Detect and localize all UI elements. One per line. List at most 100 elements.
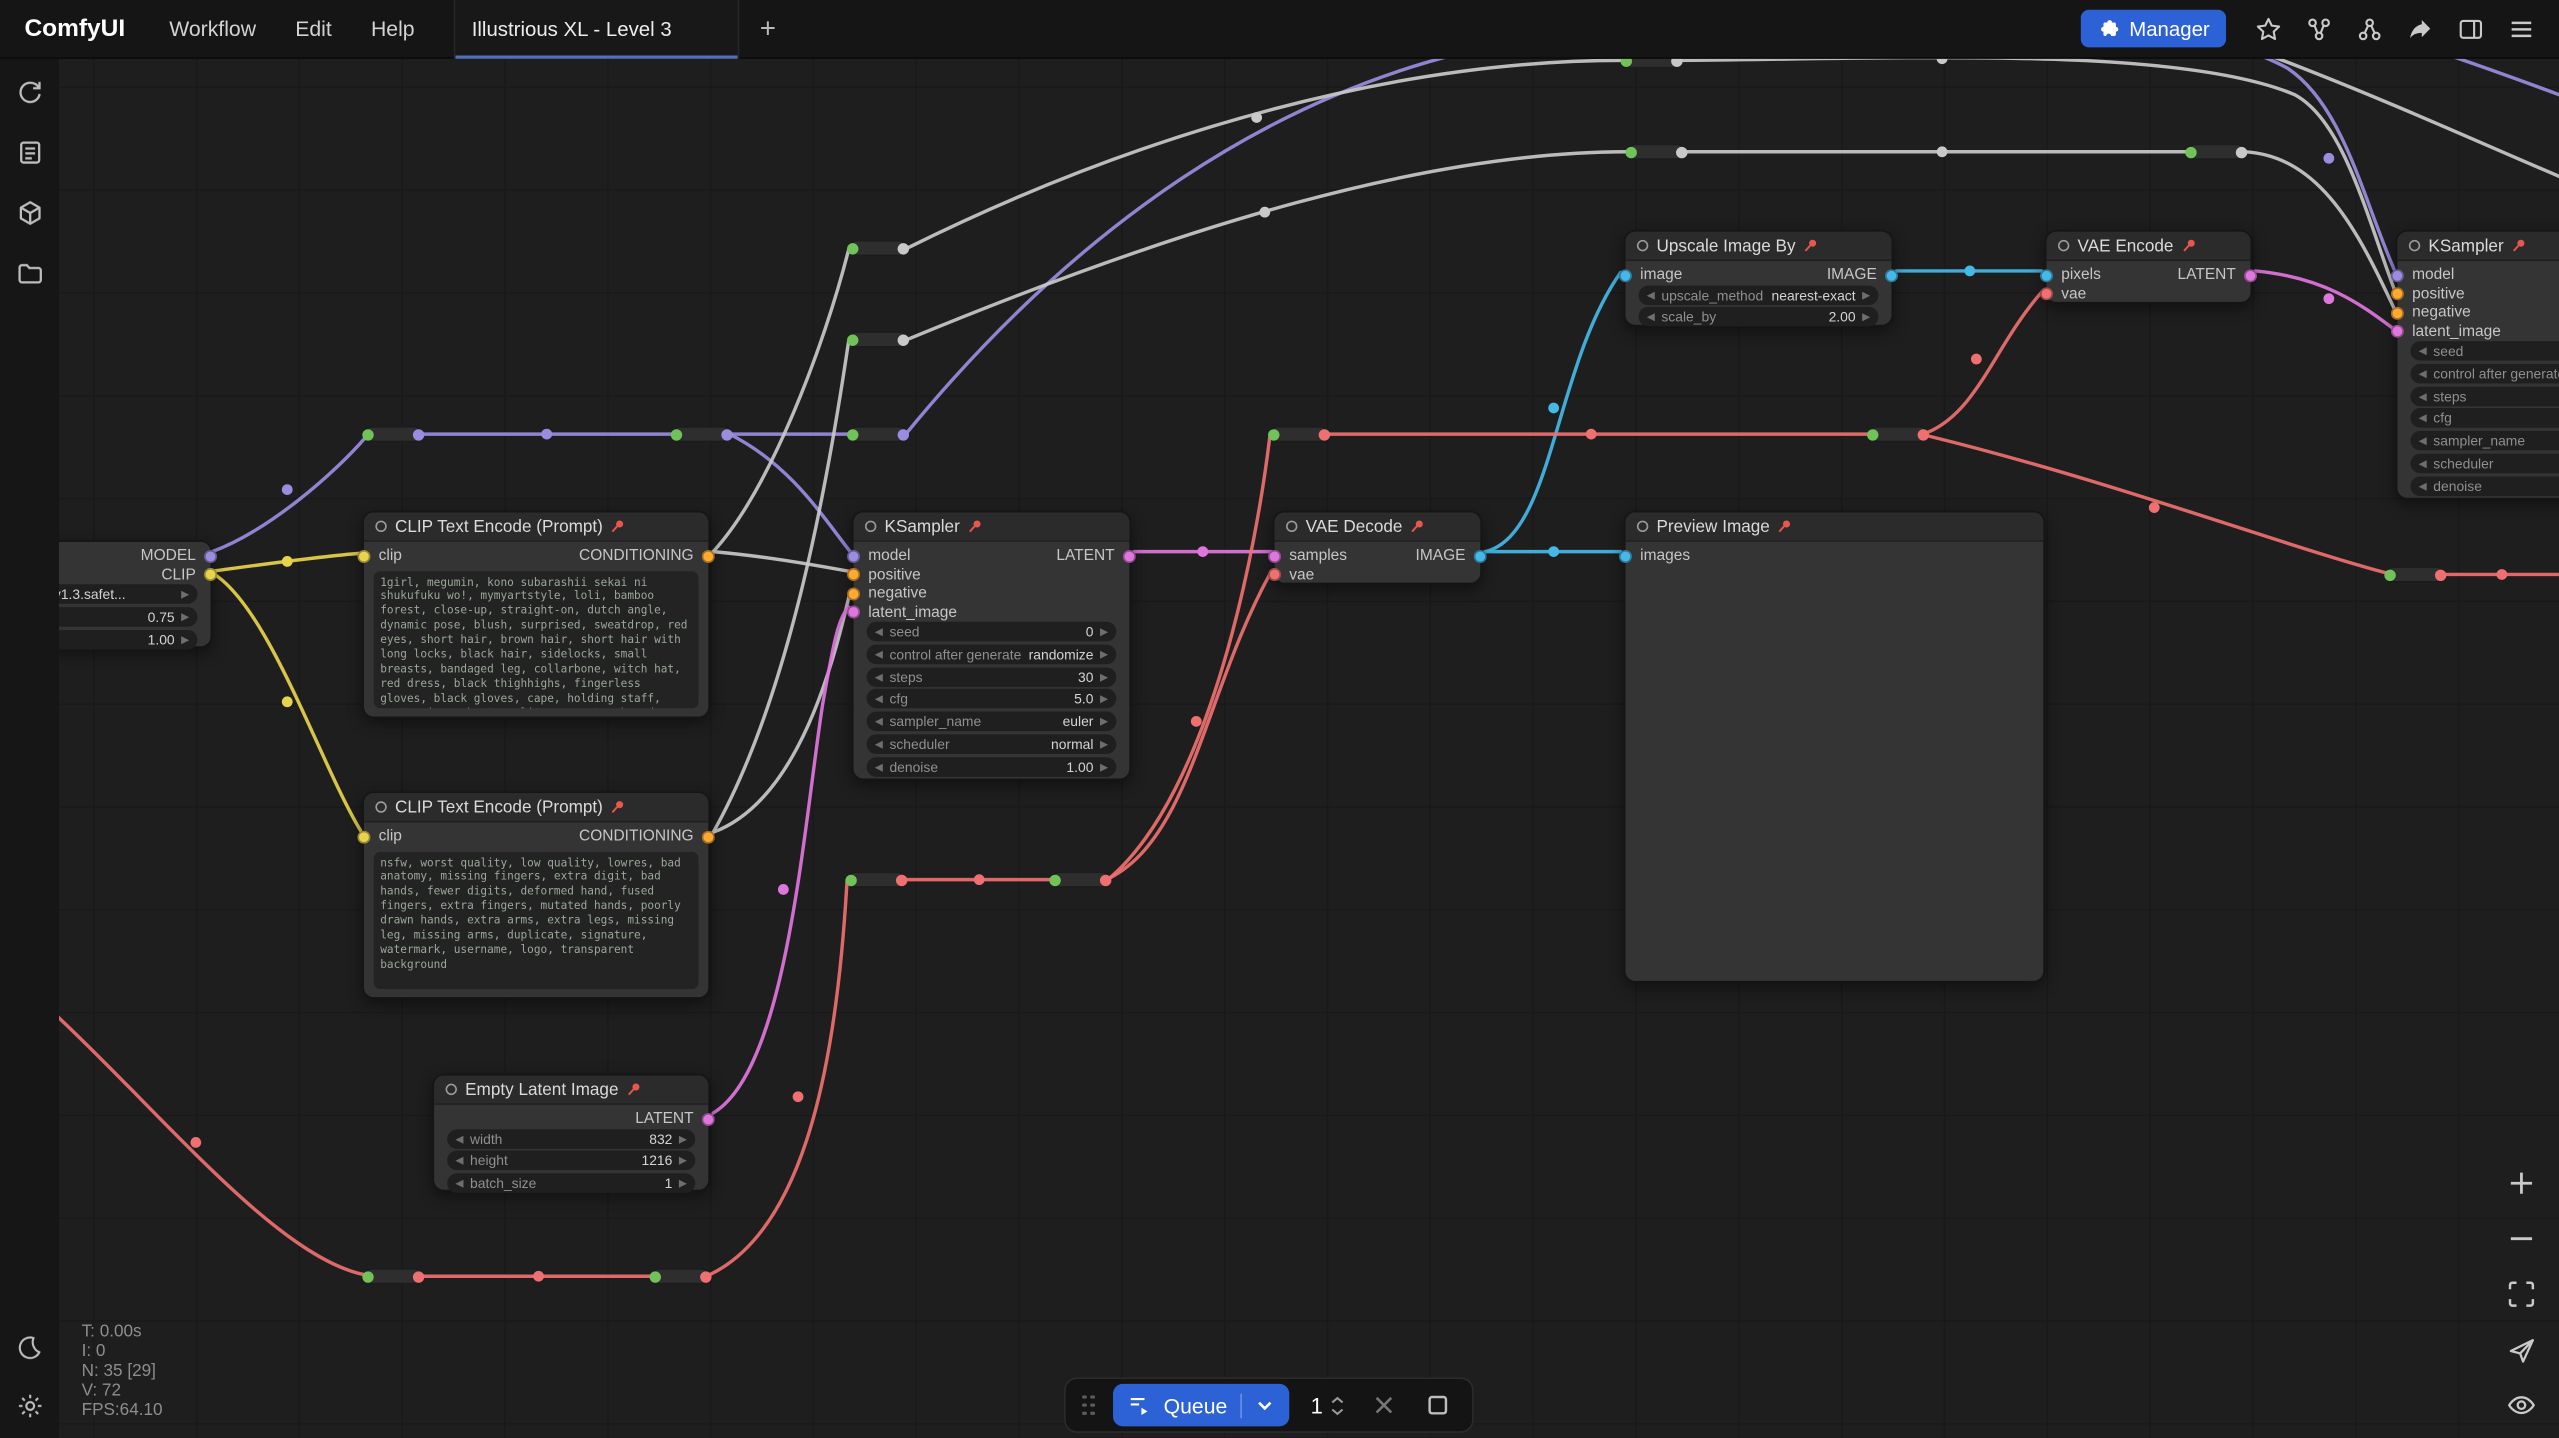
workflow-graph-icon[interactable]	[2296, 7, 2340, 49]
input-slot-samples[interactable]: samples	[1268, 547, 1347, 565]
reroute-output-dot[interactable]	[2435, 570, 2446, 581]
input-dot[interactable]	[847, 587, 860, 600]
widget-right-arrow-icon[interactable]: ▶	[1100, 648, 1108, 661]
reroute-input-dot[interactable]	[671, 429, 682, 440]
output-slot-LATENT[interactable]: LATENT	[1056, 547, 1136, 565]
widget-steps[interactable]: ◀steps	[2410, 386, 2559, 406]
widget-left-arrow-icon[interactable]: ◀	[1647, 311, 1655, 324]
reroute-node[interactable]	[847, 871, 906, 887]
input-dot[interactable]	[1268, 568, 1281, 581]
share-icon[interactable]	[2397, 7, 2441, 49]
input-dot[interactable]	[1268, 549, 1281, 562]
node-empty-latent-image[interactable]: Empty Latent ImageLATENT◀width832▶◀heigh…	[432, 1074, 709, 1192]
stop-icon[interactable]	[1419, 1387, 1455, 1423]
widget-upscale_method[interactable]: ◀upscale_methodnearest-exact▶	[1639, 285, 1879, 305]
widget-left-arrow-icon[interactable]: ◀	[2419, 412, 2427, 425]
input-slot-negative[interactable]: negative	[847, 584, 927, 602]
widget-scale_by[interactable]: ◀scale_by2.00▶	[1639, 307, 1879, 327]
reroute-output-dot[interactable]	[898, 335, 909, 346]
reroute-input-dot[interactable]	[845, 875, 856, 886]
cancel-run-icon[interactable]	[1365, 1387, 1401, 1423]
output-slot-CONDITIONING[interactable]: CONDITIONING	[579, 827, 715, 845]
reroute-node[interactable]	[2187, 144, 2246, 160]
input-slot-latent_image[interactable]: latent_image	[2391, 322, 2501, 340]
reroute-output-dot[interactable]	[413, 429, 424, 440]
reroute-input-dot[interactable]	[1867, 429, 1878, 440]
menu-workflow[interactable]: Workflow	[150, 0, 276, 58]
input-dot[interactable]	[847, 549, 860, 562]
reroute-output-dot[interactable]	[2236, 147, 2247, 158]
output-dot[interactable]	[702, 549, 715, 562]
widget-sampler_name[interactable]: ◀sampler_nameeuler▶	[867, 712, 1117, 732]
reroute-output-dot[interactable]	[1100, 875, 1111, 886]
workflow-tab[interactable]: Illustrious XL - Level 3	[454, 0, 739, 58]
prompt-text[interactable]: nsfw, worst quality, low quality, lowres…	[374, 851, 699, 989]
widget-right-arrow-icon[interactable]: ▶	[1862, 288, 1870, 301]
menu-help[interactable]: Help	[351, 0, 434, 58]
widget-denoise[interactable]: ◀denoise	[2410, 476, 2559, 496]
reroute-output-dot[interactable]	[721, 429, 732, 440]
node-clip-text-encode-negative[interactable]: CLIP Text Encode (Prompt)clipCONDITIONIN…	[362, 792, 710, 999]
widget-left-arrow-icon[interactable]: ◀	[2419, 367, 2427, 380]
reroute-output-dot[interactable]	[898, 429, 909, 440]
reroute-node[interactable]	[849, 331, 908, 347]
node-vae-encode[interactable]: VAE EncodepixelsvaeLATENT	[2045, 230, 2252, 303]
reroute-input-dot[interactable]	[847, 429, 858, 440]
output-dot[interactable]	[702, 830, 715, 843]
widget-right-arrow-icon[interactable]: ▶	[1100, 738, 1108, 751]
reroute-node[interactable]	[672, 426, 731, 442]
reroute-node[interactable]	[1270, 426, 1329, 442]
widget-control after generate[interactable]: ◀control after generaterandomize▶	[867, 644, 1117, 664]
reroute-output-dot[interactable]	[1676, 147, 1687, 158]
widget-right-arrow-icon[interactable]: ▶	[679, 1154, 687, 1167]
widget-denoise[interactable]: ◀denoise1.00▶	[867, 757, 1117, 777]
widget-left-arrow-icon[interactable]: ◀	[875, 648, 883, 661]
node-header[interactable]: KSampler	[854, 512, 1130, 541]
theme-moon-icon[interactable]	[11, 1330, 47, 1366]
reroute-node[interactable]	[1627, 144, 1686, 160]
output-slot-IMAGE[interactable]: IMAGE	[1827, 266, 1898, 284]
reroute-output-dot[interactable]	[896, 875, 907, 886]
input-dot[interactable]	[2391, 268, 2404, 281]
input-dot[interactable]	[2391, 325, 2404, 338]
node-header[interactable]: VAE Decode	[1275, 512, 1481, 541]
widget-right-arrow-icon[interactable]: ▶	[181, 610, 189, 623]
node-header[interactable]: Preview Image	[1625, 512, 2043, 541]
input-slot-negative[interactable]: negative	[2391, 304, 2471, 322]
reroute-input-dot[interactable]	[1268, 429, 1279, 440]
queue-button[interactable]: Queue	[1113, 1384, 1289, 1426]
fit-view-icon[interactable]	[2505, 1278, 2538, 1311]
widget-right-arrow-icon[interactable]: ▶	[181, 633, 189, 646]
input-slot-clip[interactable]: clip	[357, 827, 401, 845]
input-slot-latent_image[interactable]: latent_image	[847, 603, 957, 621]
queue-list-icon[interactable]	[11, 134, 47, 170]
widget-left-arrow-icon[interactable]: ◀	[2419, 389, 2427, 402]
input-slot-pixels[interactable]: pixels	[2040, 266, 2101, 284]
reroute-output-dot[interactable]	[413, 1271, 424, 1282]
widget-right-arrow-icon[interactable]: ▶	[1100, 693, 1108, 706]
output-slot-LATENT[interactable]: LATENT	[635, 1110, 715, 1128]
output-dot[interactable]	[204, 549, 217, 562]
canvas[interactable]	[0, 0, 2559, 1438]
reroute-output-dot[interactable]	[898, 243, 909, 254]
workflows-folder-icon[interactable]	[11, 255, 47, 291]
widget-cfg[interactable]: ◀cfg	[2410, 409, 2559, 429]
widget-left-arrow-icon[interactable]: ◀	[875, 760, 883, 773]
widget-left-arrow-icon[interactable]: ◀	[455, 1154, 463, 1167]
widget-right-arrow-icon[interactable]: ▶	[679, 1177, 687, 1190]
widget-right-arrow-icon[interactable]: ▶	[1100, 625, 1108, 638]
widget-left-arrow-icon[interactable]: ◀	[875, 715, 883, 728]
node-ksampler-2[interactable]: KSamplermodelpositivenegativelatent_imag…	[2396, 230, 2559, 499]
node-header[interactable]: CLIP Text Encode (Prompt)	[364, 793, 708, 822]
widget-steps[interactable]: ◀steps30▶	[867, 667, 1117, 687]
batch-count-stepper[interactable]: 1	[1307, 1393, 1347, 1417]
reroute-node[interactable]	[1051, 871, 1110, 887]
output-dot[interactable]	[1474, 549, 1487, 562]
input-slot-vae[interactable]: vae	[2040, 285, 2086, 303]
widget-scheduler[interactable]: ◀schedulernormal▶	[867, 734, 1117, 754]
output-slot-IMAGE[interactable]: IMAGE	[1416, 547, 1487, 565]
drag-handle[interactable]	[1082, 1395, 1095, 1416]
docs-panel-icon[interactable]	[2448, 7, 2492, 49]
reroute-input-dot[interactable]	[2185, 147, 2196, 158]
input-slot-clip[interactable]: clip	[357, 547, 401, 565]
